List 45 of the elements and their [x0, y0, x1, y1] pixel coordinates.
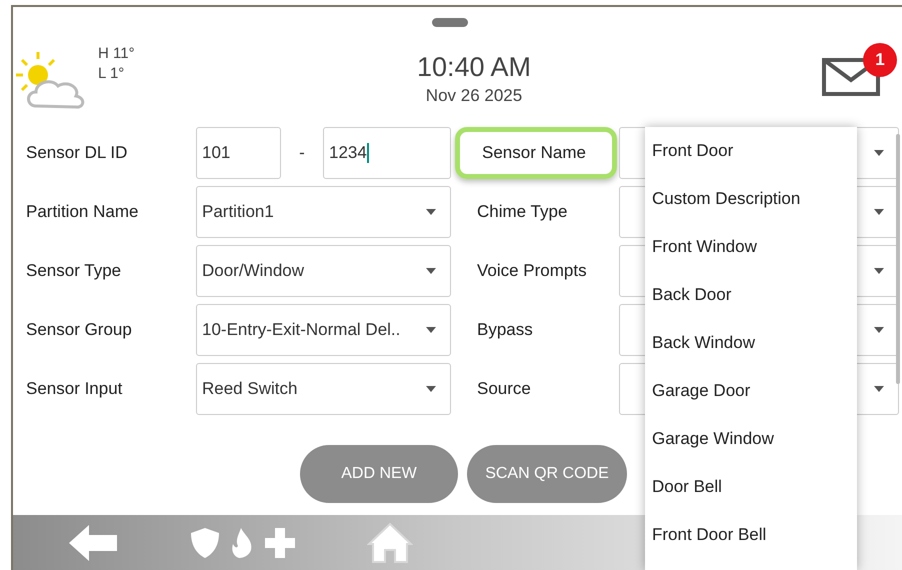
field-label: Sensor Group: [25, 319, 133, 342]
home-icon[interactable]: [367, 522, 413, 564]
date: Nov 26 2025: [426, 85, 522, 107]
dropdown-option[interactable]: Front Door Bell: [645, 511, 857, 559]
dropdown-field[interactable]: Door/Window: [196, 245, 451, 297]
caret-icon: [426, 327, 436, 333]
grab-handle[interactable]: [432, 18, 468, 27]
field-label: Sensor Type: [25, 260, 122, 282]
caret-icon: [874, 150, 884, 156]
caret-icon: [426, 209, 436, 215]
input-field[interactable]: 101: [196, 127, 281, 179]
field-label: Voice Prompts: [476, 260, 588, 282]
low-temperature: L 1°: [98, 64, 126, 84]
back-arrow-icon[interactable]: [69, 524, 117, 560]
dropdown-option[interactable]: Garage Door: [645, 367, 857, 415]
caret-icon: [874, 209, 884, 215]
field-label: Chime Type: [476, 201, 568, 224]
caret-icon: [426, 268, 436, 274]
dropdown-option[interactable]: Back Window: [645, 319, 857, 367]
caret-icon: [874, 327, 884, 333]
dropdown-option[interactable]: Garage Window: [645, 415, 857, 463]
notification-badge: 1: [863, 43, 897, 77]
dropdown-option[interactable]: Front Door: [645, 127, 857, 175]
field-label: Sensor DL ID: [25, 142, 128, 164]
dropdown-option[interactable]: Back Door: [645, 271, 857, 319]
dropdown-field[interactable]: Partition1: [196, 186, 451, 238]
field-label: Source: [476, 378, 532, 400]
dropdown-option[interactable]: Custom Description: [645, 175, 857, 223]
separator: -: [298, 142, 306, 164]
input-field[interactable]: 1234: [323, 127, 451, 179]
high-temperature: H 11°: [98, 44, 135, 64]
caret-icon: [426, 386, 436, 392]
field-label: Sensor Name: [455, 127, 617, 179]
clock-time: 10:40 AM: [416, 51, 532, 84]
field-label: Bypass: [476, 319, 534, 342]
field-label: Partition Name: [25, 201, 140, 224]
shield-icon[interactable]: [191, 528, 219, 558]
plus-icon[interactable]: [265, 528, 295, 558]
dropdown-option[interactable]: Door Bell: [645, 463, 857, 511]
dropdown-option[interactable]: Front Window: [645, 223, 857, 271]
field-label: Sensor Input: [25, 378, 124, 400]
caret-icon: [874, 268, 884, 274]
caret-icon: [874, 386, 884, 392]
dropdown-field[interactable]: 10-Entry-Exit-Normal Del..: [196, 304, 451, 356]
dropdown-field[interactable]: Reed Switch: [196, 363, 451, 415]
